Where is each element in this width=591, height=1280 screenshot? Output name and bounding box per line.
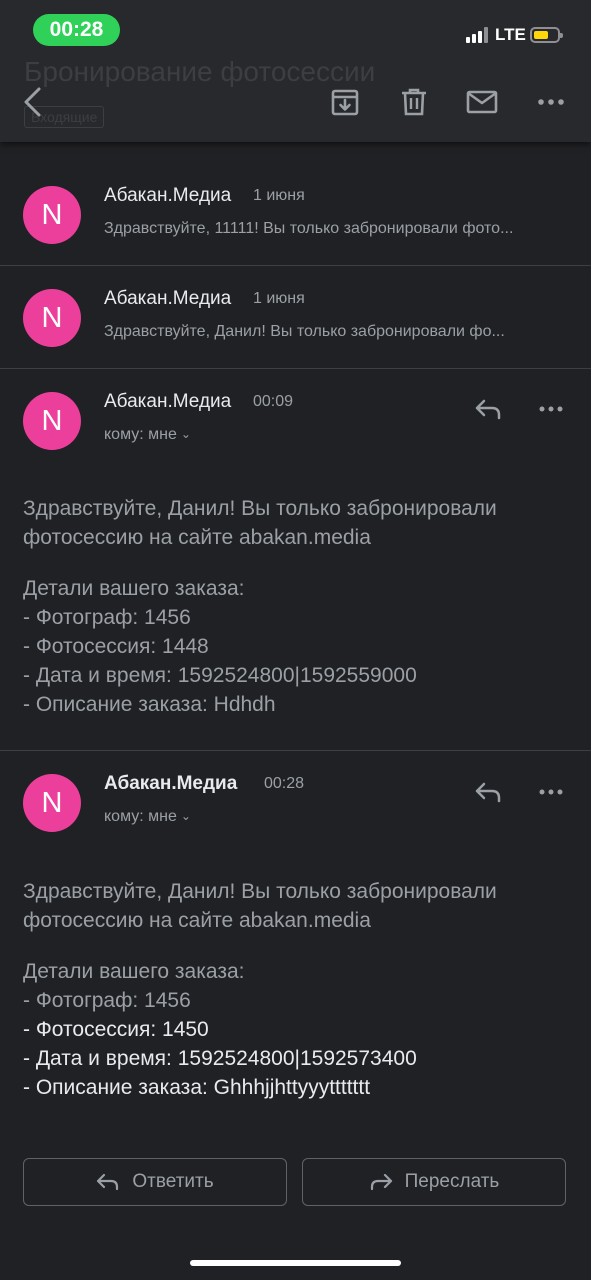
reply-label: Ответить	[132, 1171, 214, 1192]
archive-icon	[331, 89, 359, 116]
detail-line: - Фотосессия: 1450	[23, 1018, 209, 1041]
recipient-dropdown[interactable]: кому: мне ⌄	[104, 426, 191, 444]
message-more-button[interactable]	[533, 774, 569, 810]
sender-avatar: N	[23, 774, 81, 832]
status-time: 00:28	[33, 14, 120, 46]
sender-avatar: N	[23, 289, 81, 347]
home-indicator	[190, 1260, 401, 1266]
archive-button[interactable]	[327, 84, 363, 120]
recipient-label: кому: мне	[104, 808, 177, 825]
detail-line: - Дата и время: 1592524800|1592573400	[23, 1047, 417, 1070]
detail-line: - Фотосессия: 1448	[23, 635, 209, 658]
detail-line: - Фотограф: 1456	[23, 989, 191, 1012]
detail-line: - Описание заказа: Hdhdh	[23, 693, 276, 716]
more-icon	[538, 99, 564, 105]
detail-line: - Дата и время: 1592524800|1592559000	[23, 664, 417, 687]
divider	[0, 368, 591, 369]
mark-unread-button[interactable]	[464, 84, 500, 120]
forward-icon	[370, 1173, 392, 1191]
greeting-text: Здравствуйте, Данил! Вы только заброниро…	[23, 880, 497, 932]
forward-label: Переслать	[404, 1171, 500, 1192]
status-bar: 00:28 LTE	[0, 0, 591, 60]
sender-name: Абакан.Медиа	[104, 391, 232, 412]
divider	[0, 750, 591, 751]
sender-name: Абакан.Медиа	[104, 773, 238, 794]
reply-icon	[475, 782, 501, 803]
message-snippet: Здравствуйте, 11111! Вы только заброниро…	[104, 220, 514, 237]
reply-button[interactable]	[470, 391, 506, 427]
reply-all-button[interactable]: Ответить	[23, 1158, 287, 1206]
more-options-button[interactable]	[533, 84, 569, 120]
recipient-dropdown[interactable]: кому: мне ⌄	[104, 808, 191, 826]
chevron-down-icon: ⌄	[180, 427, 191, 441]
reply-icon	[475, 399, 501, 420]
chevron-down-icon: ⌄	[180, 809, 191, 823]
message-time: 00:28	[264, 775, 305, 792]
message-date: 1 июня	[253, 290, 305, 307]
reply-button[interactable]	[470, 774, 506, 810]
signal-icon	[466, 27, 488, 43]
reply-icon	[97, 1173, 119, 1191]
message-snippet: Здравствуйте, Данил! Вы только заброниро…	[104, 323, 505, 340]
back-icon	[24, 87, 41, 117]
message-more-button[interactable]	[533, 391, 569, 427]
delete-button[interactable]	[396, 84, 432, 120]
details-title: Детали вашего заказа:	[23, 960, 245, 983]
back-button[interactable]	[14, 84, 50, 120]
more-icon	[539, 789, 563, 795]
forward-button[interactable]: Переслать	[302, 1158, 566, 1206]
sender-avatar: N	[23, 186, 81, 244]
sender-name: Абакан.Медиа	[104, 185, 232, 206]
battery-icon	[530, 27, 563, 43]
details-title: Детали вашего заказа:	[23, 577, 245, 600]
message-time: 00:09	[253, 393, 294, 410]
sender-name: Абакан.Медиа	[104, 288, 232, 309]
sender-avatar: N	[23, 392, 81, 450]
more-icon	[539, 406, 563, 412]
message-body: Здравствуйте, Данил! Вы только заброниро…	[23, 877, 568, 1102]
trash-icon	[402, 88, 426, 116]
recipient-label: кому: мне	[104, 426, 177, 443]
email-subject: Бронирование фотосессии	[24, 56, 376, 87]
network-type: LTE	[495, 25, 526, 44]
message-body: Здравствуйте, Данил! Вы только заброниро…	[23, 494, 568, 719]
detail-line: - Фотограф: 1456	[23, 606, 191, 629]
mail-icon	[466, 90, 498, 114]
greeting-text: Здравствуйте, Данил! Вы только заброниро…	[23, 497, 497, 549]
message-date: 1 июня	[253, 187, 305, 204]
divider	[0, 265, 591, 266]
detail-line: - Описание заказа: Ghhhjjhttyyyttttttt	[23, 1076, 371, 1099]
